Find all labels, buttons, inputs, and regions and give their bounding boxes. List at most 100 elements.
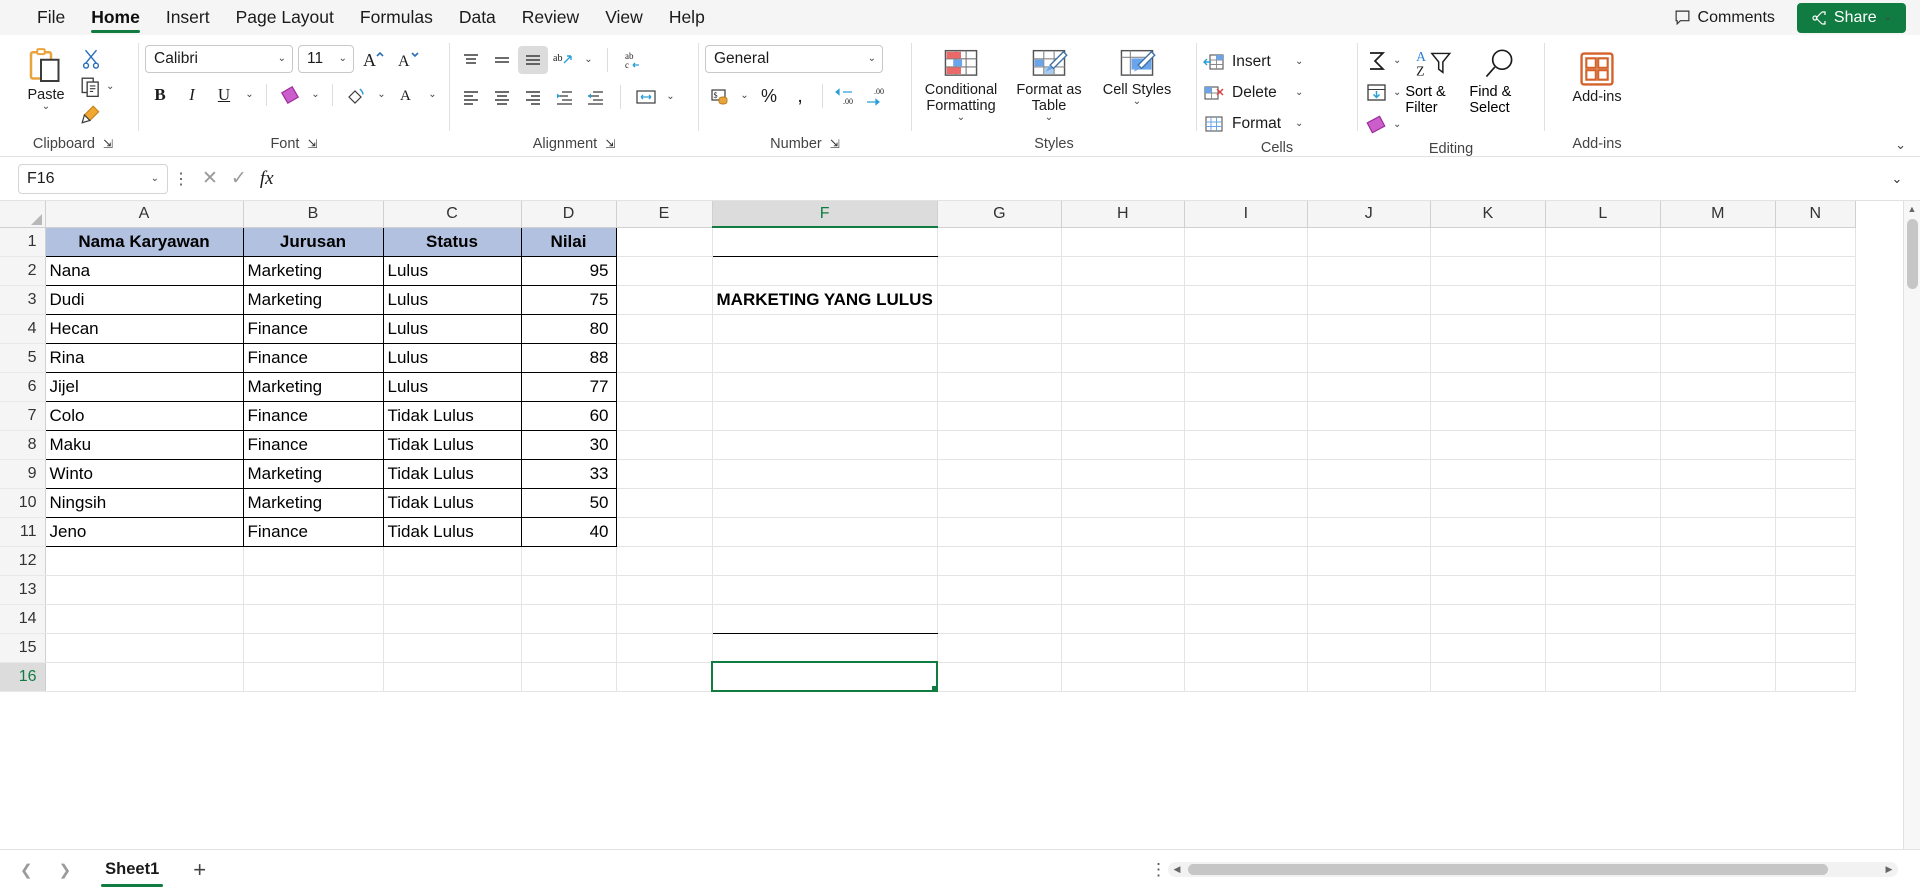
alignment-dialog-launcher[interactable]: ⇲ bbox=[605, 137, 615, 151]
cell-m1[interactable] bbox=[1660, 227, 1776, 257]
chevron-down-icon[interactable]: ⌄ bbox=[1393, 120, 1401, 130]
cell-c15[interactable] bbox=[383, 633, 522, 663]
column-header-n[interactable]: N bbox=[1775, 201, 1856, 228]
cell-i1[interactable] bbox=[1184, 227, 1308, 257]
italic-button[interactable]: I bbox=[177, 81, 207, 109]
align-left-button[interactable] bbox=[456, 83, 486, 111]
cell-k8[interactable] bbox=[1430, 430, 1546, 460]
decrease-decimal-button[interactable]: .00 bbox=[861, 82, 891, 110]
cell-k4[interactable] bbox=[1430, 314, 1546, 344]
tab-page-layout[interactable]: Page Layout bbox=[223, 0, 347, 35]
cell-b8[interactable]: Finance bbox=[242, 429, 384, 460]
fill-button[interactable]: ⌄ bbox=[1364, 78, 1401, 108]
increase-font-size-button[interactable]: A bbox=[359, 45, 389, 73]
cell-h2[interactable] bbox=[1061, 256, 1185, 286]
cell-f11[interactable] bbox=[712, 517, 938, 547]
cell-a4[interactable]: Hecan bbox=[44, 313, 244, 344]
cell-l8[interactable] bbox=[1545, 430, 1661, 460]
cell-e3[interactable] bbox=[616, 285, 713, 315]
cell-m6[interactable] bbox=[1660, 372, 1776, 402]
share-button[interactable]: Share ⌄ bbox=[1796, 2, 1906, 33]
cell-e2[interactable] bbox=[616, 256, 713, 286]
cell-h15[interactable] bbox=[1061, 633, 1185, 663]
cell-d16[interactable] bbox=[521, 662, 617, 692]
spreadsheet-grid[interactable]: A B C D E F G H I J K L M N 1 Nama Karya… bbox=[0, 201, 1920, 849]
cell-l6[interactable] bbox=[1545, 372, 1661, 402]
cell-k1[interactable] bbox=[1430, 227, 1546, 257]
conditional-formatting-button[interactable]: Conditional Formatting ⌄ bbox=[918, 46, 1004, 123]
cell-l16[interactable] bbox=[1545, 662, 1661, 692]
cell-h11[interactable] bbox=[1061, 517, 1185, 547]
triangle-left-icon[interactable]: ◀ bbox=[1168, 864, 1186, 875]
cell-h8[interactable] bbox=[1061, 430, 1185, 460]
column-header-k[interactable]: K bbox=[1430, 201, 1546, 228]
row-header-13[interactable]: 13 bbox=[0, 575, 46, 605]
status-more-button[interactable]: ⋮ bbox=[1150, 860, 1167, 880]
cell-g16[interactable] bbox=[937, 662, 1062, 692]
chevron-down-icon[interactable]: ⌄ bbox=[1295, 119, 1303, 129]
cell-j11[interactable] bbox=[1307, 517, 1431, 547]
cell-m7[interactable] bbox=[1660, 401, 1776, 431]
name-box[interactable]: F16 ⌄ bbox=[18, 163, 168, 194]
cell-m12[interactable] bbox=[1660, 546, 1776, 576]
align-top-button[interactable] bbox=[456, 46, 486, 74]
horizontal-scrollbar[interactable]: ◀ ▶ bbox=[1168, 862, 1898, 877]
cell-c14[interactable] bbox=[383, 604, 522, 634]
cell-i6[interactable] bbox=[1184, 372, 1308, 402]
cell-j14[interactable] bbox=[1307, 604, 1431, 634]
cell-i10[interactable] bbox=[1184, 488, 1308, 518]
cell-i16[interactable] bbox=[1184, 662, 1308, 692]
close-x-icon[interactable]: ✕ bbox=[202, 167, 218, 190]
cell-d14[interactable] bbox=[521, 604, 617, 634]
row-header-3[interactable]: 3 bbox=[0, 285, 46, 315]
column-header-g[interactable]: G bbox=[937, 201, 1062, 228]
cell-l12[interactable] bbox=[1545, 546, 1661, 576]
row-header-16[interactable]: 16 bbox=[0, 662, 46, 692]
cell-f12[interactable] bbox=[712, 546, 938, 576]
chevron-down-icon[interactable]: ⌄ bbox=[106, 82, 114, 92]
cell-b5[interactable]: Finance bbox=[242, 342, 384, 373]
cell-h12[interactable] bbox=[1061, 546, 1185, 576]
cell-i4[interactable] bbox=[1184, 314, 1308, 344]
cell-h7[interactable] bbox=[1061, 401, 1185, 431]
cell-a13[interactable] bbox=[45, 575, 244, 605]
row-header-12[interactable]: 12 bbox=[0, 546, 46, 576]
cell-k3[interactable] bbox=[1430, 285, 1546, 315]
row-header-14[interactable]: 14 bbox=[0, 604, 46, 634]
cell-m10[interactable] bbox=[1660, 488, 1776, 518]
cell-g10[interactable] bbox=[937, 488, 1062, 518]
cell-d13[interactable] bbox=[521, 575, 617, 605]
cell-e11[interactable] bbox=[616, 517, 713, 547]
format-as-table-button[interactable]: Format as Table ⌄ bbox=[1006, 46, 1092, 123]
cell-c11[interactable]: Tidak Lulus bbox=[382, 516, 522, 547]
cell-b14[interactable] bbox=[243, 604, 384, 634]
chevron-down-icon[interactable]: ⌄ bbox=[1295, 88, 1303, 98]
cell-e10[interactable] bbox=[616, 488, 713, 518]
cell-m8[interactable] bbox=[1660, 430, 1776, 460]
cell-d5[interactable]: 88 bbox=[520, 342, 617, 373]
cell-g2[interactable] bbox=[937, 256, 1062, 286]
decrease-indent-button[interactable] bbox=[549, 83, 579, 111]
cell-f7[interactable] bbox=[712, 401, 938, 431]
cell-c3[interactable]: Lulus bbox=[382, 284, 522, 315]
column-header-j[interactable]: J bbox=[1307, 201, 1431, 228]
fill-color-button[interactable] bbox=[341, 81, 371, 109]
decrease-font-size-button[interactable]: A bbox=[394, 45, 424, 73]
clear-button[interactable]: ⌄ bbox=[1364, 110, 1401, 140]
format-painter-button[interactable] bbox=[78, 102, 116, 128]
cell-f15[interactable] bbox=[712, 633, 938, 663]
chevron-down-icon[interactable]: ⌄ bbox=[1295, 57, 1303, 67]
cell-l10[interactable] bbox=[1545, 488, 1661, 518]
cell-f14[interactable] bbox=[712, 604, 938, 634]
cell-a9[interactable]: Winto bbox=[44, 458, 244, 489]
cell-d15[interactable] bbox=[521, 633, 617, 663]
cell-n14[interactable] bbox=[1775, 604, 1856, 634]
cell-a1[interactable]: Nama Karyawan bbox=[44, 226, 244, 257]
cell-i3[interactable] bbox=[1184, 285, 1308, 315]
font-dialog-launcher[interactable]: ⇲ bbox=[307, 137, 317, 151]
cell-b1[interactable]: Jurusan bbox=[242, 226, 384, 257]
cell-k10[interactable] bbox=[1430, 488, 1546, 518]
cell-b12[interactable] bbox=[243, 546, 384, 576]
cell-c8[interactable]: Tidak Lulus bbox=[382, 429, 522, 460]
tab-view[interactable]: View bbox=[592, 0, 656, 35]
